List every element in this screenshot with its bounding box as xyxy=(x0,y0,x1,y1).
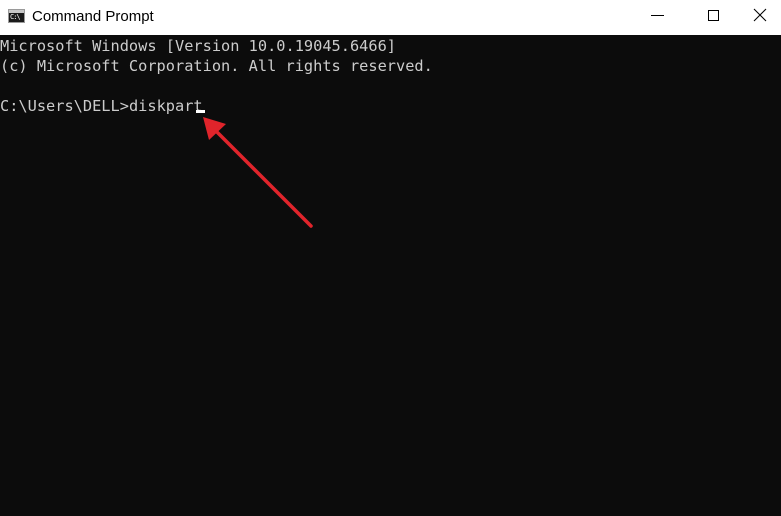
window-title: Command Prompt xyxy=(32,8,154,25)
text-cursor xyxy=(196,110,205,113)
minimize-icon xyxy=(651,15,664,16)
minimize-button[interactable] xyxy=(635,0,681,33)
command-line[interactable]: C:\Users\DELL>diskpart xyxy=(0,96,203,116)
cmd-icon: C:\ xyxy=(8,9,25,23)
close-icon xyxy=(753,8,767,22)
command-text: diskpart xyxy=(128,97,203,115)
prompt-text: C:\Users\DELL> xyxy=(0,97,129,115)
title-bar[interactable]: C:\ Command Prompt xyxy=(0,0,781,35)
console-line-version: Microsoft Windows [Version 10.0.19045.64… xyxy=(0,37,397,55)
maximize-button[interactable] xyxy=(691,0,737,33)
close-button[interactable] xyxy=(737,0,781,33)
maximize-icon xyxy=(708,10,719,21)
console-output[interactable]: Microsoft Windows [Version 10.0.19045.64… xyxy=(0,35,781,516)
command-prompt-window: C:\ Command Prompt Microsoft Windows [Ve… xyxy=(0,0,781,516)
console-line-copyright: (c) Microsoft Corporation. All rights re… xyxy=(0,57,433,75)
